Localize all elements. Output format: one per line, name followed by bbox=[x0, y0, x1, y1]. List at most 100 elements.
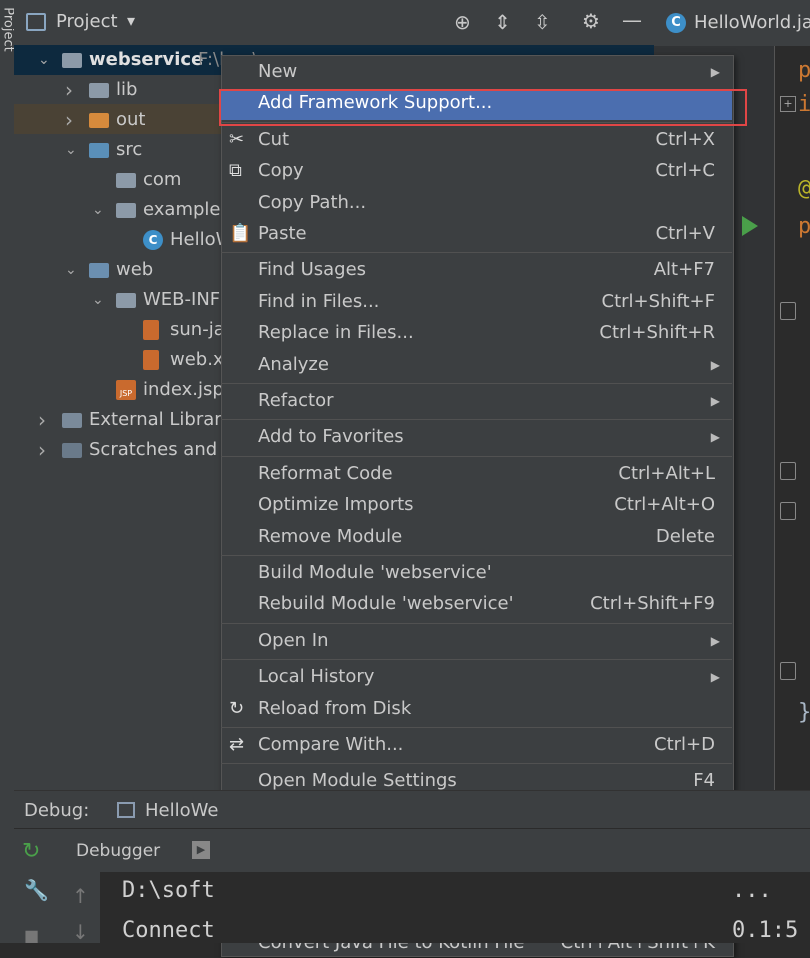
menu-item-cut[interactable]: ✂ Cut Ctrl+X bbox=[221, 125, 732, 155]
menu-item-rebuild-module-webservice[interactable]: Rebuild Module 'webservice' Ctrl+Shift+F9 bbox=[221, 589, 732, 619]
arrow-up-icon[interactable]: ↑ bbox=[72, 884, 89, 908]
menu-item-reload-from-disk[interactable]: ↻ Reload from Disk bbox=[221, 694, 732, 724]
menu-separator bbox=[221, 419, 732, 421]
menu-item-label: Reload from Disk bbox=[258, 697, 412, 719]
stop-icon[interactable]: ■ bbox=[24, 926, 39, 945]
menu-item-shortcut: Ctrl+C bbox=[655, 160, 715, 182]
editor-tab-bar: C HelloWorld.ja bbox=[654, 0, 810, 47]
rerun-icon[interactable]: ↻ bbox=[22, 839, 40, 864]
clipboard-icon: 📋 bbox=[229, 223, 252, 244]
menu-item-label: Paste bbox=[258, 223, 307, 244]
module-folder-icon bbox=[62, 53, 82, 68]
libraries-icon bbox=[62, 413, 82, 428]
menu-item-remove-module[interactable]: Remove Module Delete bbox=[221, 522, 732, 552]
menu-separator bbox=[221, 455, 732, 457]
fold-icon[interactable] bbox=[780, 462, 796, 480]
console-output[interactable]: D:\soft Connect ... 0.1:5 bbox=[100, 872, 810, 943]
chevron-down-icon[interactable]: ▾ bbox=[127, 11, 135, 30]
menu-item-replace-in-files[interactable]: Replace in Files... Ctrl+Shift+R bbox=[221, 318, 732, 348]
menu-separator bbox=[221, 727, 732, 728]
chevron-down-icon[interactable]: ⌄ bbox=[92, 285, 104, 315]
folder-orange-icon bbox=[89, 113, 109, 128]
tree-item-label: src bbox=[116, 139, 143, 160]
menu-item-label: Find in Files... bbox=[258, 290, 380, 312]
wrench-icon[interactable]: 🔧 bbox=[24, 878, 49, 902]
fold-icon[interactable] bbox=[780, 662, 796, 680]
menu-item-copy[interactable]: ⧉ Copy Ctrl+C bbox=[221, 156, 732, 186]
chevron-right-icon[interactable]: › bbox=[65, 105, 73, 135]
reload-icon: ↻ bbox=[229, 697, 245, 719]
menu-item-new[interactable]: New ▶ bbox=[221, 57, 732, 87]
menu-item-add-to-favorites[interactable]: Add to Favorites ▶ bbox=[221, 422, 732, 452]
menu-item-label: Refactor bbox=[258, 390, 334, 411]
console-tab-icon[interactable]: ▶ bbox=[192, 841, 210, 859]
locate-icon[interactable]: ⊕ bbox=[454, 10, 471, 34]
folder-icon bbox=[116, 293, 136, 308]
menu-item-label: Local History bbox=[258, 666, 375, 688]
menu-separator bbox=[221, 555, 732, 556]
submenu-arrow-icon: ▶ bbox=[710, 430, 720, 445]
menu-item-label: Find Usages bbox=[258, 259, 367, 281]
menu-item-refactor[interactable]: Refactor ▶ bbox=[221, 386, 732, 416]
menu-item-find-usages[interactable]: Find Usages Alt+F7 bbox=[221, 255, 732, 285]
menu-item-shortcut: Ctrl+X bbox=[655, 128, 715, 150]
web-xml-icon bbox=[143, 350, 159, 370]
chevron-right-icon[interactable]: › bbox=[38, 405, 46, 435]
menu-item-build-module-webservice[interactable]: Build Module 'webservice' bbox=[221, 558, 732, 588]
submenu-arrow-icon: ▶ bbox=[710, 357, 720, 372]
menu-item-optimize-imports[interactable]: Optimize Imports Ctrl+Alt+O bbox=[221, 490, 732, 520]
menu-separator bbox=[221, 622, 732, 624]
menu-item-label: Add to Favorites bbox=[258, 426, 404, 448]
fold-icon[interactable]: + bbox=[780, 96, 796, 112]
expand-all-icon[interactable]: ⇕ bbox=[494, 10, 511, 34]
submenu-arrow-icon: ▶ bbox=[710, 670, 720, 685]
menu-item-analyze[interactable]: Analyze ▶ bbox=[221, 350, 732, 380]
arrow-down-icon[interactable]: ↓ bbox=[72, 920, 89, 944]
run-gutter-icon[interactable] bbox=[742, 216, 758, 236]
menu-item-local-history[interactable]: Local History ▶ bbox=[221, 662, 732, 692]
hide-icon[interactable]: — bbox=[622, 8, 642, 32]
fold-icon[interactable] bbox=[780, 302, 796, 320]
menu-item-label: Copy Path... bbox=[258, 191, 367, 213]
java-class-icon: C bbox=[666, 13, 686, 33]
project-title[interactable]: Project bbox=[56, 11, 118, 32]
tree-item-label: WEB-INF bbox=[143, 289, 221, 310]
fold-icon[interactable] bbox=[780, 502, 796, 520]
chevron-down-icon[interactable]: ⌄ bbox=[38, 45, 50, 75]
menu-item-copy-path[interactable]: Copy Path... bbox=[221, 188, 732, 218]
menu-item-label: Build Module 'webservice' bbox=[258, 562, 492, 583]
editor-code-fragment: } bbox=[798, 700, 810, 725]
gear-icon[interactable]: ⚙ bbox=[582, 9, 600, 33]
folder-icon bbox=[89, 83, 109, 98]
chevron-right-icon[interactable]: › bbox=[65, 75, 73, 105]
package-icon bbox=[116, 173, 136, 188]
xml-file-icon bbox=[143, 320, 159, 340]
editor-code-fragment: p bbox=[798, 58, 810, 83]
menu-item-shortcut: Ctrl+Alt+L bbox=[618, 462, 715, 484]
tab-debugger[interactable]: Debugger bbox=[76, 841, 160, 861]
menu-item-label: Open In bbox=[258, 629, 329, 651]
debug-config-name[interactable]: HelloWe bbox=[145, 800, 218, 821]
collapse-all-icon[interactable]: ⇳ bbox=[534, 10, 551, 34]
editor-code-fragment: i bbox=[798, 92, 810, 117]
java-class-icon: C bbox=[143, 230, 163, 250]
menu-item-open-in[interactable]: Open In ▶ bbox=[221, 626, 732, 656]
menu-item-find-in-files[interactable]: Find in Files... Ctrl+Shift+F bbox=[221, 287, 732, 317]
chevron-down-icon[interactable]: ⌄ bbox=[65, 135, 77, 165]
chevron-down-icon[interactable]: ⌄ bbox=[92, 195, 104, 225]
menu-item-compare-with[interactable]: ⇄ Compare With... Ctrl+D bbox=[221, 730, 732, 760]
chevron-right-icon[interactable]: › bbox=[38, 435, 46, 465]
menu-item-label: Optimize Imports bbox=[258, 494, 414, 516]
menu-item-shortcut: Ctrl+V bbox=[655, 223, 715, 244]
debug-config-icon bbox=[117, 802, 135, 818]
scissors-icon: ✂ bbox=[229, 128, 245, 150]
menu-separator bbox=[221, 252, 732, 254]
tree-item-label: out bbox=[116, 109, 146, 130]
annotation-red-box bbox=[219, 89, 747, 126]
compare-icon: ⇄ bbox=[229, 734, 245, 755]
chevron-down-icon[interactable]: ⌄ bbox=[65, 255, 77, 285]
menu-item-paste[interactable]: 📋 Paste Ctrl+V bbox=[221, 219, 732, 249]
menu-item-reformat-code[interactable]: Reformat Code Ctrl+Alt+L bbox=[221, 459, 732, 489]
tab-helloworld[interactable]: HelloWorld.ja bbox=[694, 12, 810, 33]
menu-separator bbox=[221, 763, 732, 765]
